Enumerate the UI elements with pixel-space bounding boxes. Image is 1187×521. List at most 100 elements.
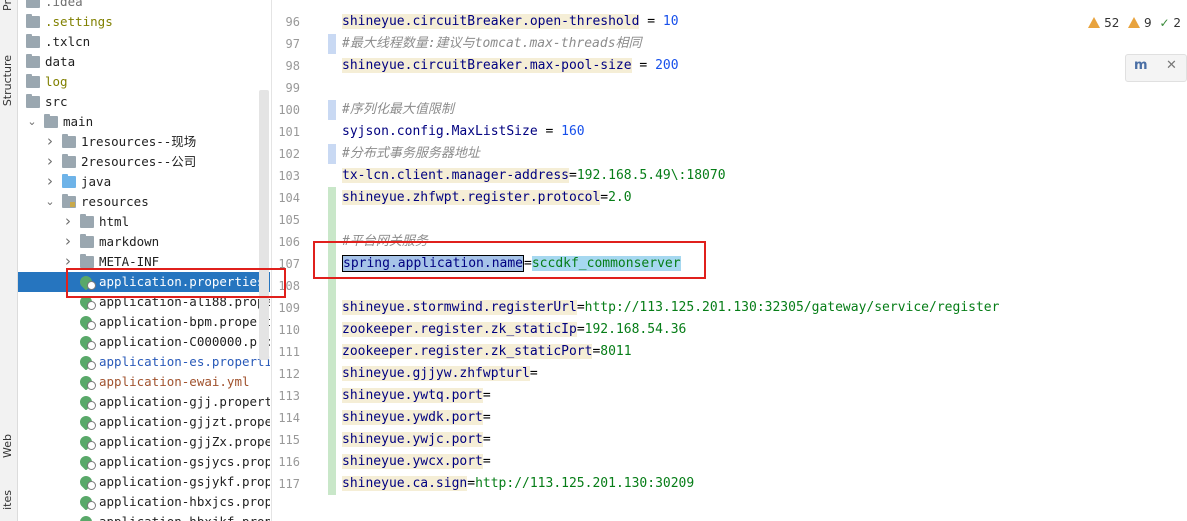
separator: = (467, 476, 476, 491)
change-marker-added[interactable] (328, 429, 336, 451)
annotation-box-line (313, 241, 706, 279)
change-marker-added[interactable] (328, 385, 336, 407)
change-marker-modified[interactable] (328, 100, 336, 120)
line-number: 104 (278, 191, 300, 205)
chevron-right-icon[interactable]: › (44, 152, 56, 172)
code-line[interactable]: shineyue.ywjc.port= (342, 429, 491, 451)
tree-file-item[interactable]: application-es.properties (18, 352, 270, 372)
property-value: 8011 (600, 344, 632, 359)
tree-folder-item[interactable]: .settings (18, 12, 270, 32)
tree-file-item[interactable]: application-gsjycs.properties (18, 452, 270, 472)
tree-file-item[interactable]: application-hbxjkf.properties (18, 512, 270, 521)
tree-folder-item[interactable]: .idea (18, 0, 270, 12)
tree-folder-item[interactable]: › java (18, 172, 270, 192)
chevron-down-icon[interactable]: ⌄ (26, 112, 38, 132)
code-line[interactable]: #序列化最大值限制 (342, 99, 454, 121)
code-line[interactable]: shineyue.ywdk.port= (342, 407, 491, 429)
folder-icon (80, 214, 94, 228)
separator: = (600, 190, 609, 205)
code-line[interactable]: zookeeper.register.zk_staticIp=192.168.5… (342, 319, 686, 341)
spring-config-file-icon (77, 393, 96, 411)
tree-file-item[interactable]: application-gjj.properties (18, 392, 270, 412)
change-marker-added[interactable] (328, 363, 336, 385)
change-marker-added[interactable] (328, 407, 336, 429)
property-key: shineyue.zhfwpt.register.protocol (342, 190, 601, 205)
tree-file-item[interactable]: application-ewai.yml (18, 372, 270, 392)
chevron-down-icon[interactable]: ⌄ (44, 192, 56, 212)
tree-scrollbar[interactable] (259, 90, 269, 360)
code-line[interactable]: syjson.config.MaxListSize = 160 (342, 121, 585, 143)
tree-file-item[interactable]: application-C000000.properties (18, 332, 270, 352)
tree-folder-item[interactable]: src (18, 92, 270, 112)
tree-folder-item[interactable]: ⌄ resources (18, 192, 270, 212)
tree-folder-item[interactable]: › html (18, 212, 270, 232)
separator: = (576, 322, 585, 337)
code-line[interactable]: shineyue.circuitBreaker.open-threshold =… (342, 11, 679, 33)
code-line[interactable]: zookeeper.register.zk_staticPort=8011 (342, 341, 632, 363)
code-line[interactable]: #分布式事务服务器地址 (342, 143, 480, 165)
chevron-right-icon[interactable]: › (62, 212, 74, 232)
code-line[interactable]: shineyue.ca.sign=http://113.125.201.130:… (342, 473, 694, 495)
change-marker-added[interactable] (328, 473, 336, 495)
change-marker-added[interactable] (328, 451, 336, 473)
tree-file-item[interactable]: application-gjjzt.properties (18, 412, 270, 432)
line-number: 111 (278, 345, 300, 359)
separator: = (568, 168, 577, 183)
tree-file-item[interactable]: application-hbxjcs.properties (18, 492, 270, 512)
favorites-tab[interactable]: ites (1, 490, 14, 510)
code-line[interactable]: shineyue.gjjyw.zhfwpturl= (342, 363, 538, 385)
resources-folder-icon (62, 194, 76, 208)
spring-config-file-icon (77, 473, 96, 491)
tree-file-item[interactable]: application-gjjZx.properties (18, 432, 270, 452)
structure-tab[interactable]: Structure (1, 55, 14, 106)
code-line[interactable]: shineyue.zhfwpt.register.protocol=2.0 (342, 187, 632, 209)
change-marker-added[interactable] (328, 209, 336, 231)
change-marker-modified[interactable] (328, 34, 336, 54)
tree-item-label: .settings (45, 14, 113, 29)
tool-window-stripe: Pr Structure Web ites (0, 0, 18, 521)
tree-folder-item[interactable]: › markdown (18, 232, 270, 252)
code-line[interactable]: shineyue.stormwind.registerUrl=http://11… (342, 297, 999, 319)
code-line[interactable]: shineyue.ywtq.port= (342, 385, 491, 407)
chevron-right-icon[interactable]: › (44, 132, 56, 152)
tree-folder-item[interactable]: › 2resources--公司 (18, 152, 270, 172)
change-marker-added[interactable] (328, 319, 336, 341)
code-line[interactable]: tx-lcn.client.manager-address=192.168.5.… (342, 165, 726, 187)
tree-folder-item[interactable]: ⌄ main (18, 112, 270, 132)
line-number: 109 (278, 301, 300, 315)
tree-file-item[interactable]: application-bpm.properties (18, 312, 270, 332)
close-icon[interactable]: ✕ (1166, 58, 1177, 73)
tree-item-label: src (45, 94, 68, 109)
property-key: shineyue.gjjyw.zhfwpturl (342, 366, 530, 381)
separator: = (537, 124, 562, 139)
tree-file-item[interactable]: application-gsjykf.properties (18, 472, 270, 492)
project-tab[interactable]: Pr (1, 0, 14, 11)
change-marker-added[interactable] (328, 187, 336, 209)
translate-icon[interactable]: m (1134, 58, 1148, 73)
line-number: 102 (278, 147, 300, 161)
line-number: 106 (278, 235, 300, 249)
tree-folder-item[interactable]: log (18, 72, 270, 92)
folder-icon (26, 14, 40, 28)
tree-folder-item[interactable]: .txlcn (18, 32, 270, 52)
tree-folder-item[interactable]: data (18, 52, 270, 72)
change-marker-added[interactable] (328, 297, 336, 319)
tree-item-label: log (45, 74, 68, 89)
tree-folder-item[interactable]: › 1resources--现场 (18, 132, 270, 152)
change-marker-added[interactable] (328, 341, 336, 363)
chevron-right-icon[interactable]: › (44, 172, 56, 192)
property-value: 192.168.5.49\:18070 (576, 168, 726, 183)
line-number: 112 (278, 367, 300, 381)
line-number: 116 (278, 455, 300, 469)
line-number: 115 (278, 433, 300, 447)
code-line[interactable]: shineyue.ywcx.port= (342, 451, 491, 473)
tree-item-label: application-bpm.properties (99, 314, 270, 329)
code-line[interactable]: #最大线程数量:建议与tomcat.max-threads相同 (342, 33, 642, 55)
inspections-widget[interactable]: 52 9 ✓ 2 (1088, 16, 1181, 36)
code-line[interactable]: shineyue.circuitBreaker.max-pool-size = … (342, 55, 679, 77)
change-marker-modified[interactable] (328, 144, 336, 164)
separator: = (639, 14, 663, 29)
web-tab[interactable]: Web (1, 434, 14, 458)
tree-item-label: markdown (99, 234, 160, 249)
chevron-right-icon[interactable]: › (62, 232, 74, 252)
